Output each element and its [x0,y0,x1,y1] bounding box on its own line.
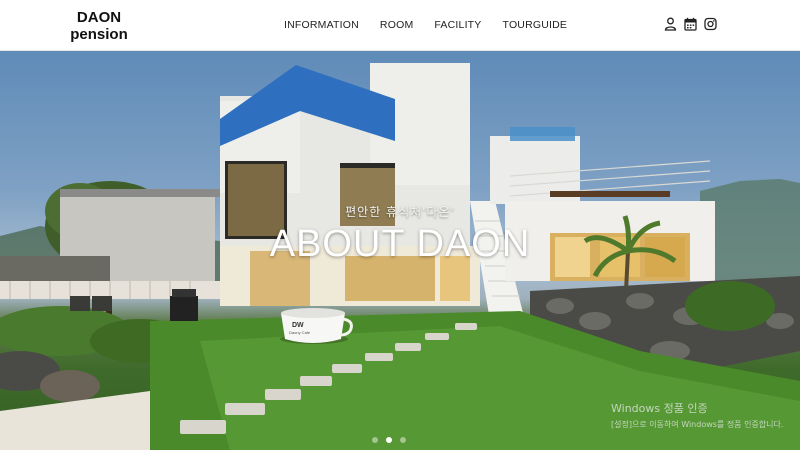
slide-dot-2[interactable] [386,437,392,443]
hero-banner: DW Daony Cafe 편안한 휴식처'다온' ABOUT DAON Win… [0,51,800,450]
hero-subtitle: 편안한 휴식처'다온' [345,205,455,219]
logo-line-2: pension [70,26,128,43]
slide-dot-1[interactable] [372,437,378,443]
site-logo[interactable]: DAON pension [60,9,138,43]
mug-logo: DW [292,322,304,329]
site-header: DAON pension INFORMATION ROOM FACILITY T… [0,0,800,51]
nav-room[interactable]: ROOM [380,19,413,31]
slide-dot-3[interactable] [400,437,406,443]
calendar-icon[interactable] [684,17,697,31]
nav-information[interactable]: INFORMATION [284,19,359,31]
nav-facility[interactable]: FACILITY [434,19,481,31]
watermark-line-2: [설정]으로 이동하여 Windows를 정품 인증합니다. [611,420,784,429]
header-icons [664,17,717,31]
nav-tourguide[interactable]: TOURGUIDE [503,19,568,31]
watermark-line-1: Windows 정품 인증 [611,402,708,415]
mug-caption: Daony Cafe [289,330,311,335]
user-icon[interactable] [664,17,677,31]
instagram-icon[interactable] [704,17,717,31]
windows-activation-watermark: Windows 정품 인증 [설정]으로 이동하여 Windows를 정품 인증… [611,400,783,430]
logo-line-1: DAON [76,9,122,26]
slide-indicators [372,437,406,443]
hero-title: ABOUT DAON [269,223,531,265]
main-nav: INFORMATION ROOM FACILITY TOURGUIDE [284,19,588,31]
